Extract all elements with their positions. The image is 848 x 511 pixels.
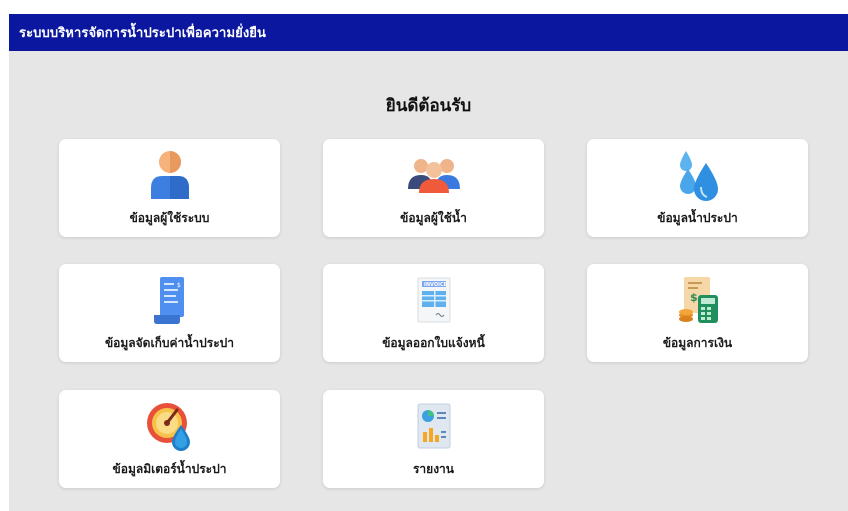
svg-text:$: $ xyxy=(690,291,698,304)
invoice-icon: INVOICE xyxy=(406,274,462,326)
water-meter-gauge-icon xyxy=(142,400,198,452)
svg-text:INVOICE: INVOICE xyxy=(424,282,448,288)
menu-card-water-meter[interactable]: ข้อมูลมิเตอร์น้ำประปา xyxy=(59,390,280,488)
receipt-icon: $ xyxy=(142,274,198,326)
menu-card-water-supply[interactable]: ข้อมูลน้ำประปา xyxy=(587,139,808,237)
finance-calculator-icon: $ xyxy=(670,274,726,326)
report-chart-icon xyxy=(406,400,462,452)
app-header: ระบบบริหารจัดการน้ำประปาเพื่อความยั่งยืน xyxy=(9,14,848,51)
menu-card-label: ข้อมูลการเงิน xyxy=(662,336,733,350)
menu-card-label: ข้อมูลน้ำประปา xyxy=(657,211,738,225)
menu-card-label: ข้อมูลออกใบแจ้งหนี้ xyxy=(382,336,485,350)
menu-card-water-billing[interactable]: $ ข้อมูลจัดเก็บค่าน้ำประปา xyxy=(59,264,280,362)
menu-card-label: ข้อมูลมิเตอร์น้ำประปา xyxy=(112,462,227,476)
menu-card-invoice[interactable]: INVOICE ข้อมูลออกใบแจ้งหนี้ xyxy=(323,264,544,362)
menu-card-water-users[interactable]: ข้อมูลผู้ใช้น้ำ xyxy=(323,139,544,237)
menu-card-system-users[interactable]: ข้อมูลผู้ใช้ระบบ xyxy=(59,139,280,237)
welcome-heading: ยินดีต้อนรับ xyxy=(385,96,472,116)
user-icon xyxy=(142,149,198,201)
menu-card-report[interactable]: รายงาน xyxy=(323,390,544,488)
app-frame: ระบบบริหารจัดการน้ำประปาเพื่อความยั่งยืน… xyxy=(9,14,848,511)
menu-card-label: รายงาน xyxy=(412,462,454,476)
water-drops-icon xyxy=(670,149,726,201)
menu-card-label: ข้อมูลจัดเก็บค่าน้ำประปา xyxy=(104,336,235,350)
app-title: ระบบบริหารจัดการน้ำประปาเพื่อความยั่งยืน xyxy=(19,26,266,41)
users-group-icon xyxy=(406,149,462,201)
svg-text:$: $ xyxy=(177,282,181,289)
menu-card-label: ข้อมูลผู้ใช้ระบบ xyxy=(129,211,210,225)
menu-card-label: ข้อมูลผู้ใช้น้ำ xyxy=(400,211,467,225)
menu-card-finance[interactable]: $ ข้อมูลการเงิน xyxy=(587,264,808,362)
